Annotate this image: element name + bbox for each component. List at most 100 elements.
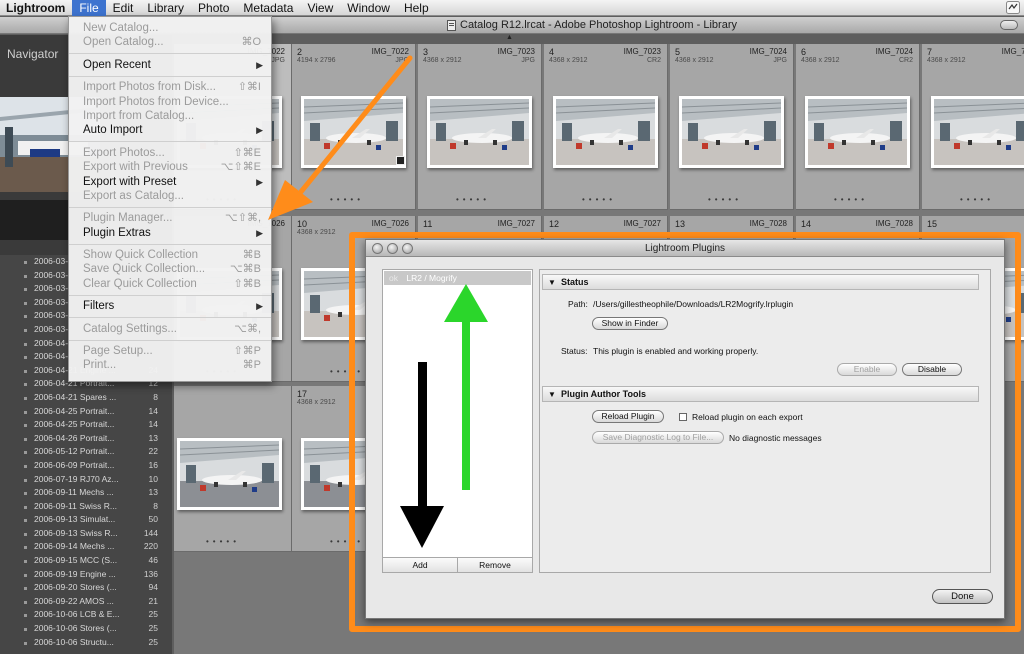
minimize-window-button[interactable] <box>387 243 398 254</box>
cell-rating-dots[interactable]: ••••• <box>708 195 742 204</box>
folder-row[interactable]: 2006-09-11 Mechs ... 13 <box>0 486 172 500</box>
plugin-list-item[interactable]: ok LR2 / Mogrify <box>384 271 531 285</box>
cell-rating-dots[interactable]: ••••• <box>456 195 490 204</box>
file-menu-item[interactable]: New Catalog... <box>69 21 271 35</box>
folder-row[interactable]: 2006-04-25 Portrait... 14 <box>0 418 172 432</box>
folder-row[interactable]: 2006-09-20 Stores (... 94 <box>0 581 172 595</box>
file-menu-item[interactable]: Page Setup... ⇧⌘P <box>69 344 271 358</box>
menu-item-label: Export as Catalog... <box>83 189 184 202</box>
status-value: This plugin is enabled and working prope… <box>593 346 759 356</box>
photo-thumbnail[interactable] <box>427 96 532 168</box>
top-panel-collapse-arrow[interactable]: ▲ <box>506 34 513 41</box>
file-menu-item[interactable]: Catalog Settings... ⌥⌘, <box>69 322 271 336</box>
menu-help[interactable]: Help <box>397 0 436 16</box>
menu-item-label: Open Recent <box>83 58 151 71</box>
file-menu-item[interactable]: Plugin Manager... ⌥⇧⌘, <box>69 211 271 225</box>
cell-rating-dots[interactable]: ••••• <box>582 195 616 204</box>
folder-name: 2006-09-11 Mechs ... <box>34 487 114 498</box>
file-menu-item[interactable]: Import Photos from Device... <box>69 95 271 109</box>
dialog-title-bar: Lightroom Plugins <box>366 240 1004 257</box>
file-menu-item[interactable]: Open Catalog... ⌘O <box>69 35 271 49</box>
file-menu-item[interactable]: Open Recent ▶ <box>69 58 271 72</box>
file-menu-item[interactable]: Export as Catalog... <box>69 189 271 203</box>
folder-row[interactable]: 2006-04-21 Spares ... 8 <box>0 391 172 405</box>
file-menu-item[interactable]: Export with Preset ▶ <box>69 175 271 189</box>
file-menu-item[interactable]: Print... ⌘P <box>69 358 271 372</box>
reload-on-export-checkbox[interactable] <box>679 413 687 421</box>
grid-cell[interactable]: 3 IMG_7023 4368 x 2912 JPG ••••• <box>418 44 542 210</box>
menu-metadata[interactable]: Metadata <box>236 0 300 16</box>
file-menu-item[interactable]: Import Photos from Disk... ⇧⌘I <box>69 80 271 94</box>
enable-button[interactable]: Enable <box>837 363 897 376</box>
folder-name: 2006-09-19 Engine ... <box>34 568 116 579</box>
file-menu-item[interactable]: Auto Import ▶ <box>69 123 271 137</box>
menu-window[interactable]: Window <box>340 0 397 16</box>
close-window-button[interactable] <box>372 243 383 254</box>
photo-thumbnail[interactable] <box>553 96 658 168</box>
folder-bullet-icon <box>24 600 27 604</box>
file-menu-item[interactable]: Plugin Extras ▶ <box>69 226 271 240</box>
grid-cell[interactable]: ••••• <box>174 386 292 552</box>
menu-view[interactable]: View <box>300 0 340 16</box>
folder-row[interactable]: 2006-09-11 Swiss R... 8 <box>0 500 172 514</box>
folder-row[interactable]: 2006-09-14 Mechs ... 220 <box>0 540 172 554</box>
hangar-photo-image <box>430 99 529 165</box>
photo-thumbnail[interactable] <box>301 96 406 168</box>
file-menu-item[interactable]: Save Quick Collection... ⌥⌘B <box>69 262 271 276</box>
cell-rating-dots[interactable]: ••••• <box>834 195 868 204</box>
show-in-finder-button[interactable]: Show in Finder <box>592 317 668 330</box>
menu-item-label: Open Catalog... <box>83 36 164 49</box>
folder-row[interactable]: 2006-09-22 AMOS ... 21 <box>0 595 172 609</box>
menu-file[interactable]: File <box>72 0 106 16</box>
folder-row[interactable]: 2006-09-15 MCC (S... 46 <box>0 554 172 568</box>
folder-row[interactable]: 2006-09-13 Swiss R... 144 <box>0 527 172 541</box>
folder-row[interactable]: 2006-10-06 Stores (... 25 <box>0 622 172 636</box>
cell-extension: CR2 <box>646 57 661 64</box>
done-button[interactable]: Done <box>932 589 993 604</box>
folder-row[interactable]: 2006-10-06 LCB & E... 25 <box>0 608 172 622</box>
grid-cell[interactable]: 6 IMG_7024 4368 x 2912 CR2 ••••• <box>796 44 920 210</box>
file-menu-item[interactable]: Import from Catalog... <box>69 109 271 123</box>
folder-row[interactable]: 2006-05-12 Portrait... 22 <box>0 445 172 459</box>
folder-row[interactable]: 2006-10-06 Structu... 25 <box>0 636 172 650</box>
menu-edit[interactable]: Edit <box>106 0 141 16</box>
badge-icon[interactable] <box>396 156 405 165</box>
grid-cell[interactable]: 2 IMG_7022 4194 x 2796 JPG ••••• <box>292 44 416 210</box>
grid-cell[interactable]: 5 IMG_7024 4368 x 2912 JPG ••••• <box>670 44 794 210</box>
disable-button[interactable]: Disable <box>902 363 962 376</box>
cell-rating-dots[interactable]: ••••• <box>960 195 994 204</box>
status-section-header[interactable]: ▼ Status <box>542 274 979 290</box>
photo-thumbnail[interactable] <box>805 96 910 168</box>
cell-rating-dots[interactable]: ••••• <box>206 537 240 546</box>
file-menu-item[interactable]: Export Photos... ⇧⌘E <box>69 146 271 160</box>
save-diagnostic-log-button[interactable]: Save Diagnostic Log to File... <box>592 431 724 444</box>
folder-row[interactable]: 2006-06-09 Portrait... 16 <box>0 459 172 473</box>
script-menu-icon[interactable] <box>1006 1 1020 14</box>
folder-row[interactable]: 2006-04-26 Portrait... 13 <box>0 432 172 446</box>
file-menu-item[interactable]: Export with Previous ⌥⇧⌘E <box>69 160 271 174</box>
toolbar-toggle-button[interactable] <box>1000 20 1018 30</box>
folder-row[interactable]: 2006-07-19 RJ70 Az... 10 <box>0 473 172 487</box>
grid-cell[interactable]: 7 IMG_7024 4368 x 2912 ••••• <box>922 44 1024 210</box>
zoom-window-button[interactable] <box>402 243 413 254</box>
folder-row[interactable]: 2006-04-25 Portrait... 14 <box>0 405 172 419</box>
add-plugin-button[interactable]: Add <box>383 558 457 572</box>
remove-plugin-button[interactable]: Remove <box>457 558 532 572</box>
folder-name: 2006-04-25 Portrait... <box>34 419 115 430</box>
photo-thumbnail[interactable] <box>931 96 1024 168</box>
file-menu-item[interactable]: Show Quick Collection ⌘B <box>69 248 271 262</box>
cell-extension: JPG <box>395 57 409 64</box>
folder-row[interactable]: 2006-09-13 Simulat... 50 <box>0 513 172 527</box>
menu-photo[interactable]: Photo <box>191 0 236 16</box>
photo-thumbnail[interactable] <box>177 438 282 510</box>
grid-cell[interactable]: 4 IMG_7023 4368 x 2912 CR2 ••••• <box>544 44 668 210</box>
folder-row[interactable]: 2006-09-19 Engine ... 136 <box>0 568 172 582</box>
reload-plugin-button[interactable]: Reload Plugin <box>592 410 664 423</box>
photo-thumbnail[interactable] <box>679 96 784 168</box>
cell-rating-dots[interactable]: ••••• <box>330 195 364 204</box>
menu-library[interactable]: Library <box>140 0 191 16</box>
file-menu-item[interactable]: Clear Quick Collection ⇧⌘B <box>69 277 271 291</box>
menu-lightroom[interactable]: Lightroom <box>0 0 72 16</box>
file-menu-item[interactable]: Filters ▶ <box>69 299 271 313</box>
author-tools-section-header[interactable]: ▼ Plugin Author Tools <box>542 386 979 402</box>
